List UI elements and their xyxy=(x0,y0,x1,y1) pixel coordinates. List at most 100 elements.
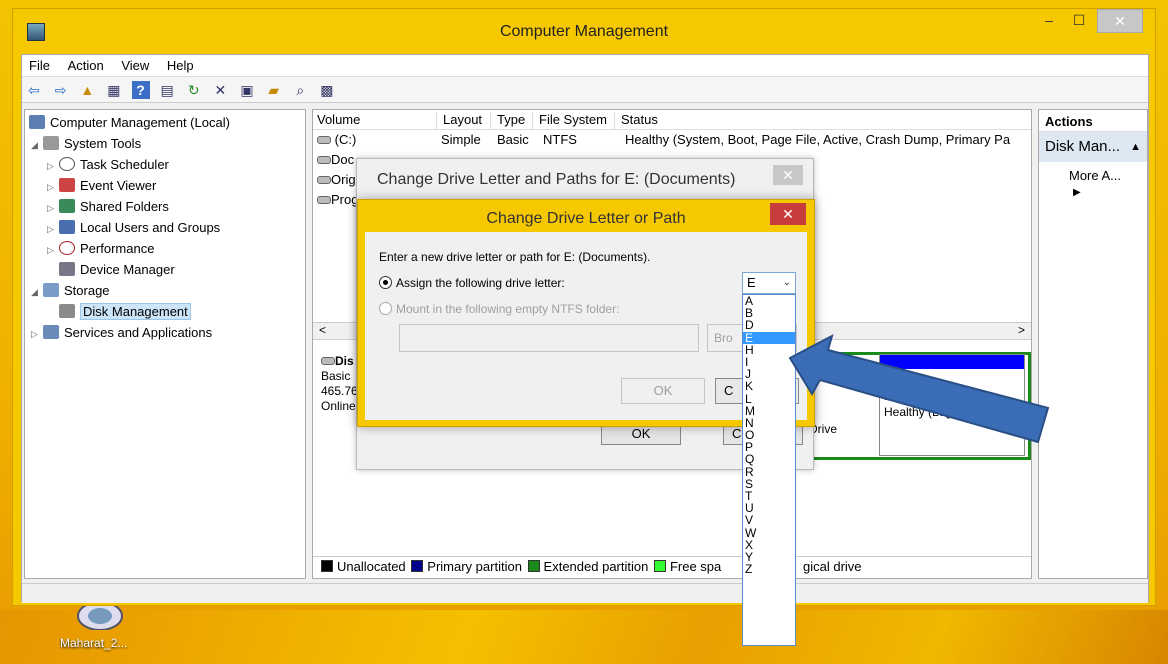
mount-radio[interactable] xyxy=(379,302,392,315)
event-viewer-icon xyxy=(59,178,75,192)
expand-icon[interactable]: ▷ xyxy=(47,156,59,177)
mount-folder-option[interactable]: Mount in the following empty NTFS folder… xyxy=(379,302,619,316)
show-hide-tree-icon[interactable]: ▦ xyxy=(105,81,123,99)
maximize-button[interactable]: ☐ xyxy=(1065,9,1093,33)
assign-radio[interactable] xyxy=(379,276,392,289)
table-row[interactable]: Orig xyxy=(317,172,356,192)
dialog-close-button[interactable]: ✕ xyxy=(770,203,806,225)
dropdown-option-r[interactable]: R xyxy=(743,466,795,478)
menu-action[interactable]: Action xyxy=(61,55,111,76)
table-row[interactable]: Prog xyxy=(317,192,358,212)
search-icon[interactable]: ⌕ xyxy=(291,81,309,99)
tree-label: Storage xyxy=(64,283,110,298)
menu-help[interactable]: Help xyxy=(160,55,201,76)
column-file-system[interactable]: File System xyxy=(535,112,615,129)
tree-item-shared-folders[interactable]: ▷ Shared Folders xyxy=(47,196,169,217)
dropdown-option-w[interactable]: W xyxy=(743,526,795,539)
back-icon[interactable]: ⇦ xyxy=(25,81,43,99)
tree-label: System Tools xyxy=(64,136,142,151)
collapse-icon[interactable]: ◢ xyxy=(31,282,43,303)
menu-file[interactable]: File xyxy=(22,55,57,76)
volume-layout: Simple xyxy=(441,132,481,147)
minimize-button[interactable]: – xyxy=(1035,9,1063,33)
column-layout[interactable]: Layout xyxy=(439,112,491,129)
delete-icon[interactable]: ✕ xyxy=(211,81,229,99)
settings-icon[interactable]: ▩ xyxy=(318,81,336,99)
table-row[interactable]: (C:) Simple Basic NTFS Healthy (System, … xyxy=(317,132,1010,152)
tree-item-storage[interactable]: ◢ Storage xyxy=(31,280,110,301)
desktop-shortcut-label[interactable]: Maharat_2... xyxy=(60,636,127,650)
volume-type: Basic xyxy=(497,132,529,147)
dialog-body: Enter a new drive letter or path for E: … xyxy=(365,232,807,420)
tree-item-root[interactable]: Computer Management (Local) xyxy=(29,112,230,133)
expand-icon[interactable]: ▷ xyxy=(47,240,59,261)
services-icon xyxy=(43,325,59,339)
help-icon[interactable]: ? xyxy=(131,81,150,99)
window-title: Computer Management xyxy=(499,23,669,40)
partition-legend: Unallocated Primary partition Extended p… xyxy=(313,556,1031,578)
expand-icon[interactable]: ▷ xyxy=(47,198,59,219)
open-folder-icon[interactable]: ▰ xyxy=(265,81,283,99)
volume-status: Healthy (System, Boot, Page File, Active… xyxy=(625,132,1011,147)
drive-icon xyxy=(317,156,331,164)
column-volume[interactable]: Volume xyxy=(313,112,437,129)
forward-icon[interactable]: ⇨ xyxy=(52,81,70,99)
title-bar[interactable]: Computer Management – ☐ ✕ xyxy=(13,9,1155,59)
close-button[interactable]: ✕ xyxy=(1097,9,1143,33)
volume-name: Orig xyxy=(331,172,356,187)
console-tree: Computer Management (Local) ◢ System Tool… xyxy=(24,109,306,579)
expand-icon[interactable]: ▷ xyxy=(47,177,59,198)
drive-icon xyxy=(317,136,331,144)
tree-item-disk-management[interactable]: Disk Management xyxy=(59,301,191,322)
actions-disk-management[interactable]: Disk Man... ▲ xyxy=(1039,132,1147,162)
status-bar xyxy=(22,583,1148,603)
column-type[interactable]: Type xyxy=(493,112,533,129)
tree-label: Task Scheduler xyxy=(80,157,169,172)
tree-label: Computer Management (Local) xyxy=(50,115,230,130)
tree-item-local-users[interactable]: ▷ Local Users and Groups xyxy=(47,217,220,238)
drive-icon xyxy=(317,176,331,184)
dropdown-option-q[interactable]: Q xyxy=(743,453,795,465)
tree-item-task-scheduler[interactable]: ▷ Task Scheduler xyxy=(47,154,169,175)
legend-primary: Primary partition xyxy=(427,559,522,574)
tree-item-event-viewer[interactable]: ▷ Event Viewer xyxy=(47,175,156,196)
tree-item-device-manager[interactable]: Device Manager xyxy=(59,259,175,280)
disk-type: Basic xyxy=(321,369,351,383)
scroll-left-icon[interactable]: < xyxy=(319,323,326,337)
action-pane-icon[interactable]: ▤ xyxy=(158,81,176,99)
desktop-shortcut-icon[interactable] xyxy=(70,601,130,631)
collapse-icon[interactable]: ◢ xyxy=(31,135,43,156)
menu-view[interactable]: View xyxy=(114,55,156,76)
column-status[interactable]: Status xyxy=(617,112,1027,129)
collapse-up-icon[interactable]: ▲ xyxy=(1130,141,1141,153)
volume-name: Prog xyxy=(331,192,359,207)
drive-letter-select[interactable]: E ⌄ xyxy=(742,272,796,294)
disk-info[interactable]: Dis Basic 465.76 Online xyxy=(321,354,358,414)
tools-icon xyxy=(43,136,59,150)
actions-more-label: More A... xyxy=(1069,168,1122,183)
tree-label: Local Users and Groups xyxy=(80,220,221,235)
up-folder-icon[interactable]: ▲ xyxy=(78,81,96,99)
dropdown-option-z[interactable]: Z xyxy=(743,563,795,575)
menu-bar: File Action View Help xyxy=(22,55,1148,77)
folder-path-input[interactable] xyxy=(399,324,699,352)
refresh-icon[interactable]: ↻ xyxy=(185,81,203,99)
dialog-close-button[interactable]: ✕ xyxy=(773,165,803,185)
properties-icon[interactable]: ▣ xyxy=(238,81,256,99)
ok-button[interactable]: OK xyxy=(621,378,705,404)
tree-item-services[interactable]: ▷ Services and Applications xyxy=(31,322,212,343)
chevron-down-icon[interactable]: ⌄ xyxy=(783,273,791,293)
computer-icon xyxy=(29,115,45,129)
tree-item-performance[interactable]: ▷ Performance xyxy=(47,238,154,259)
dropdown-option-v[interactable]: V xyxy=(743,514,795,526)
tree-item-system-tools[interactable]: ◢ System Tools xyxy=(31,133,141,154)
actions-more[interactable]: More A... ▶ xyxy=(1039,162,1147,198)
storage-icon xyxy=(43,283,59,297)
users-icon xyxy=(59,220,75,234)
expand-icon[interactable]: ▷ xyxy=(31,324,43,345)
expand-icon[interactable]: ▷ xyxy=(47,219,59,240)
table-row[interactable]: Doc xyxy=(317,152,354,172)
legend-extended-swatch xyxy=(527,560,540,572)
assign-letter-option[interactable]: Assign the following drive letter: xyxy=(379,276,565,290)
volume-name: Doc xyxy=(331,152,355,167)
